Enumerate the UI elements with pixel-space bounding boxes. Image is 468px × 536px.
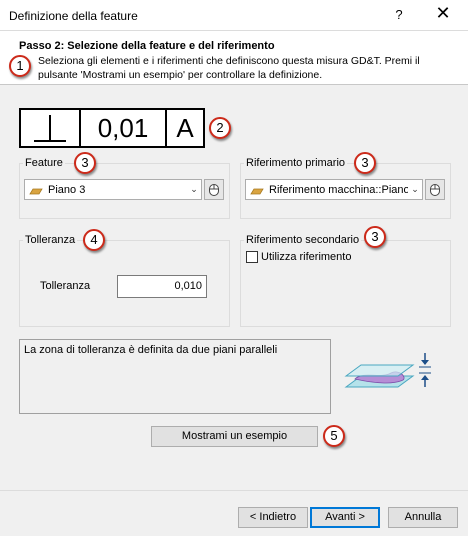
- callout-badge-2: 2: [209, 117, 231, 139]
- step-description: Seleziona gli elementi e i riferimenti c…: [38, 55, 420, 81]
- next-button[interactable]: Avanti >: [310, 507, 380, 528]
- description-box: La zona di tolleranza è definita da due …: [19, 339, 331, 414]
- help-button[interactable]: ?: [389, 7, 409, 22]
- back-button[interactable]: < Indietro: [238, 507, 308, 528]
- feature-group-label: Feature: [23, 157, 65, 169]
- plane-icon: [29, 186, 43, 194]
- tolerance-input[interactable]: 0,010: [117, 275, 207, 298]
- feature-select[interactable]: Piano 3 ⌄: [24, 179, 202, 200]
- secondary-reference-label: Riferimento secondario: [244, 234, 362, 246]
- feature-select-value: Piano 3: [48, 183, 86, 196]
- feature-control-frame: 0,01 A: [19, 108, 205, 148]
- callout-badge-3b: 3: [354, 152, 376, 174]
- callout-badge-3c: 3: [364, 226, 386, 248]
- tolerance-field-label: Tolleranza: [40, 280, 91, 292]
- callout-badge-3a: 3: [74, 152, 96, 174]
- parallel-planes-icon: [344, 353, 431, 388]
- perpendicularity-symbol: [21, 110, 81, 146]
- fcf-tolerance-value: 0,01: [81, 110, 167, 146]
- footer-divider: [0, 490, 468, 491]
- primary-reference-value: Riferimento macchina::Piano X: [269, 183, 408, 196]
- close-button[interactable]: ✕: [431, 3, 455, 24]
- window-title: Definizione della feature: [9, 9, 138, 23]
- use-reference-label: Utilizza riferimento: [261, 251, 352, 263]
- fcf-datum: A: [176, 112, 194, 143]
- cancel-button[interactable]: Annulla: [388, 507, 458, 528]
- show-example-button[interactable]: Mostrami un esempio: [151, 426, 318, 447]
- tolerance-zone-illustration: [343, 349, 435, 393]
- chevron-down-icon: ⌄: [411, 184, 419, 194]
- mouse-icon: [209, 183, 219, 196]
- perpendicularity-icon: [34, 115, 66, 142]
- use-reference-checkbox[interactable]: [246, 251, 258, 263]
- primary-reference-label: Riferimento primario: [244, 157, 348, 169]
- mouse-icon: [430, 183, 440, 196]
- callout-badge-4: 4: [83, 229, 105, 251]
- callout-badge-1: 1: [9, 55, 31, 77]
- primary-reference-pick-button[interactable]: [425, 179, 445, 200]
- tolerance-group-label: Tolleranza: [23, 234, 78, 246]
- feature-pick-button[interactable]: [204, 179, 224, 200]
- callout-badge-5: 5: [323, 425, 345, 447]
- chevron-down-icon: ⌄: [190, 184, 198, 194]
- step-title: Passo 2: Selezione della feature e del r…: [19, 40, 275, 52]
- plane-icon: [250, 186, 264, 194]
- primary-reference-select[interactable]: Riferimento macchina::Piano X ⌄: [245, 179, 423, 200]
